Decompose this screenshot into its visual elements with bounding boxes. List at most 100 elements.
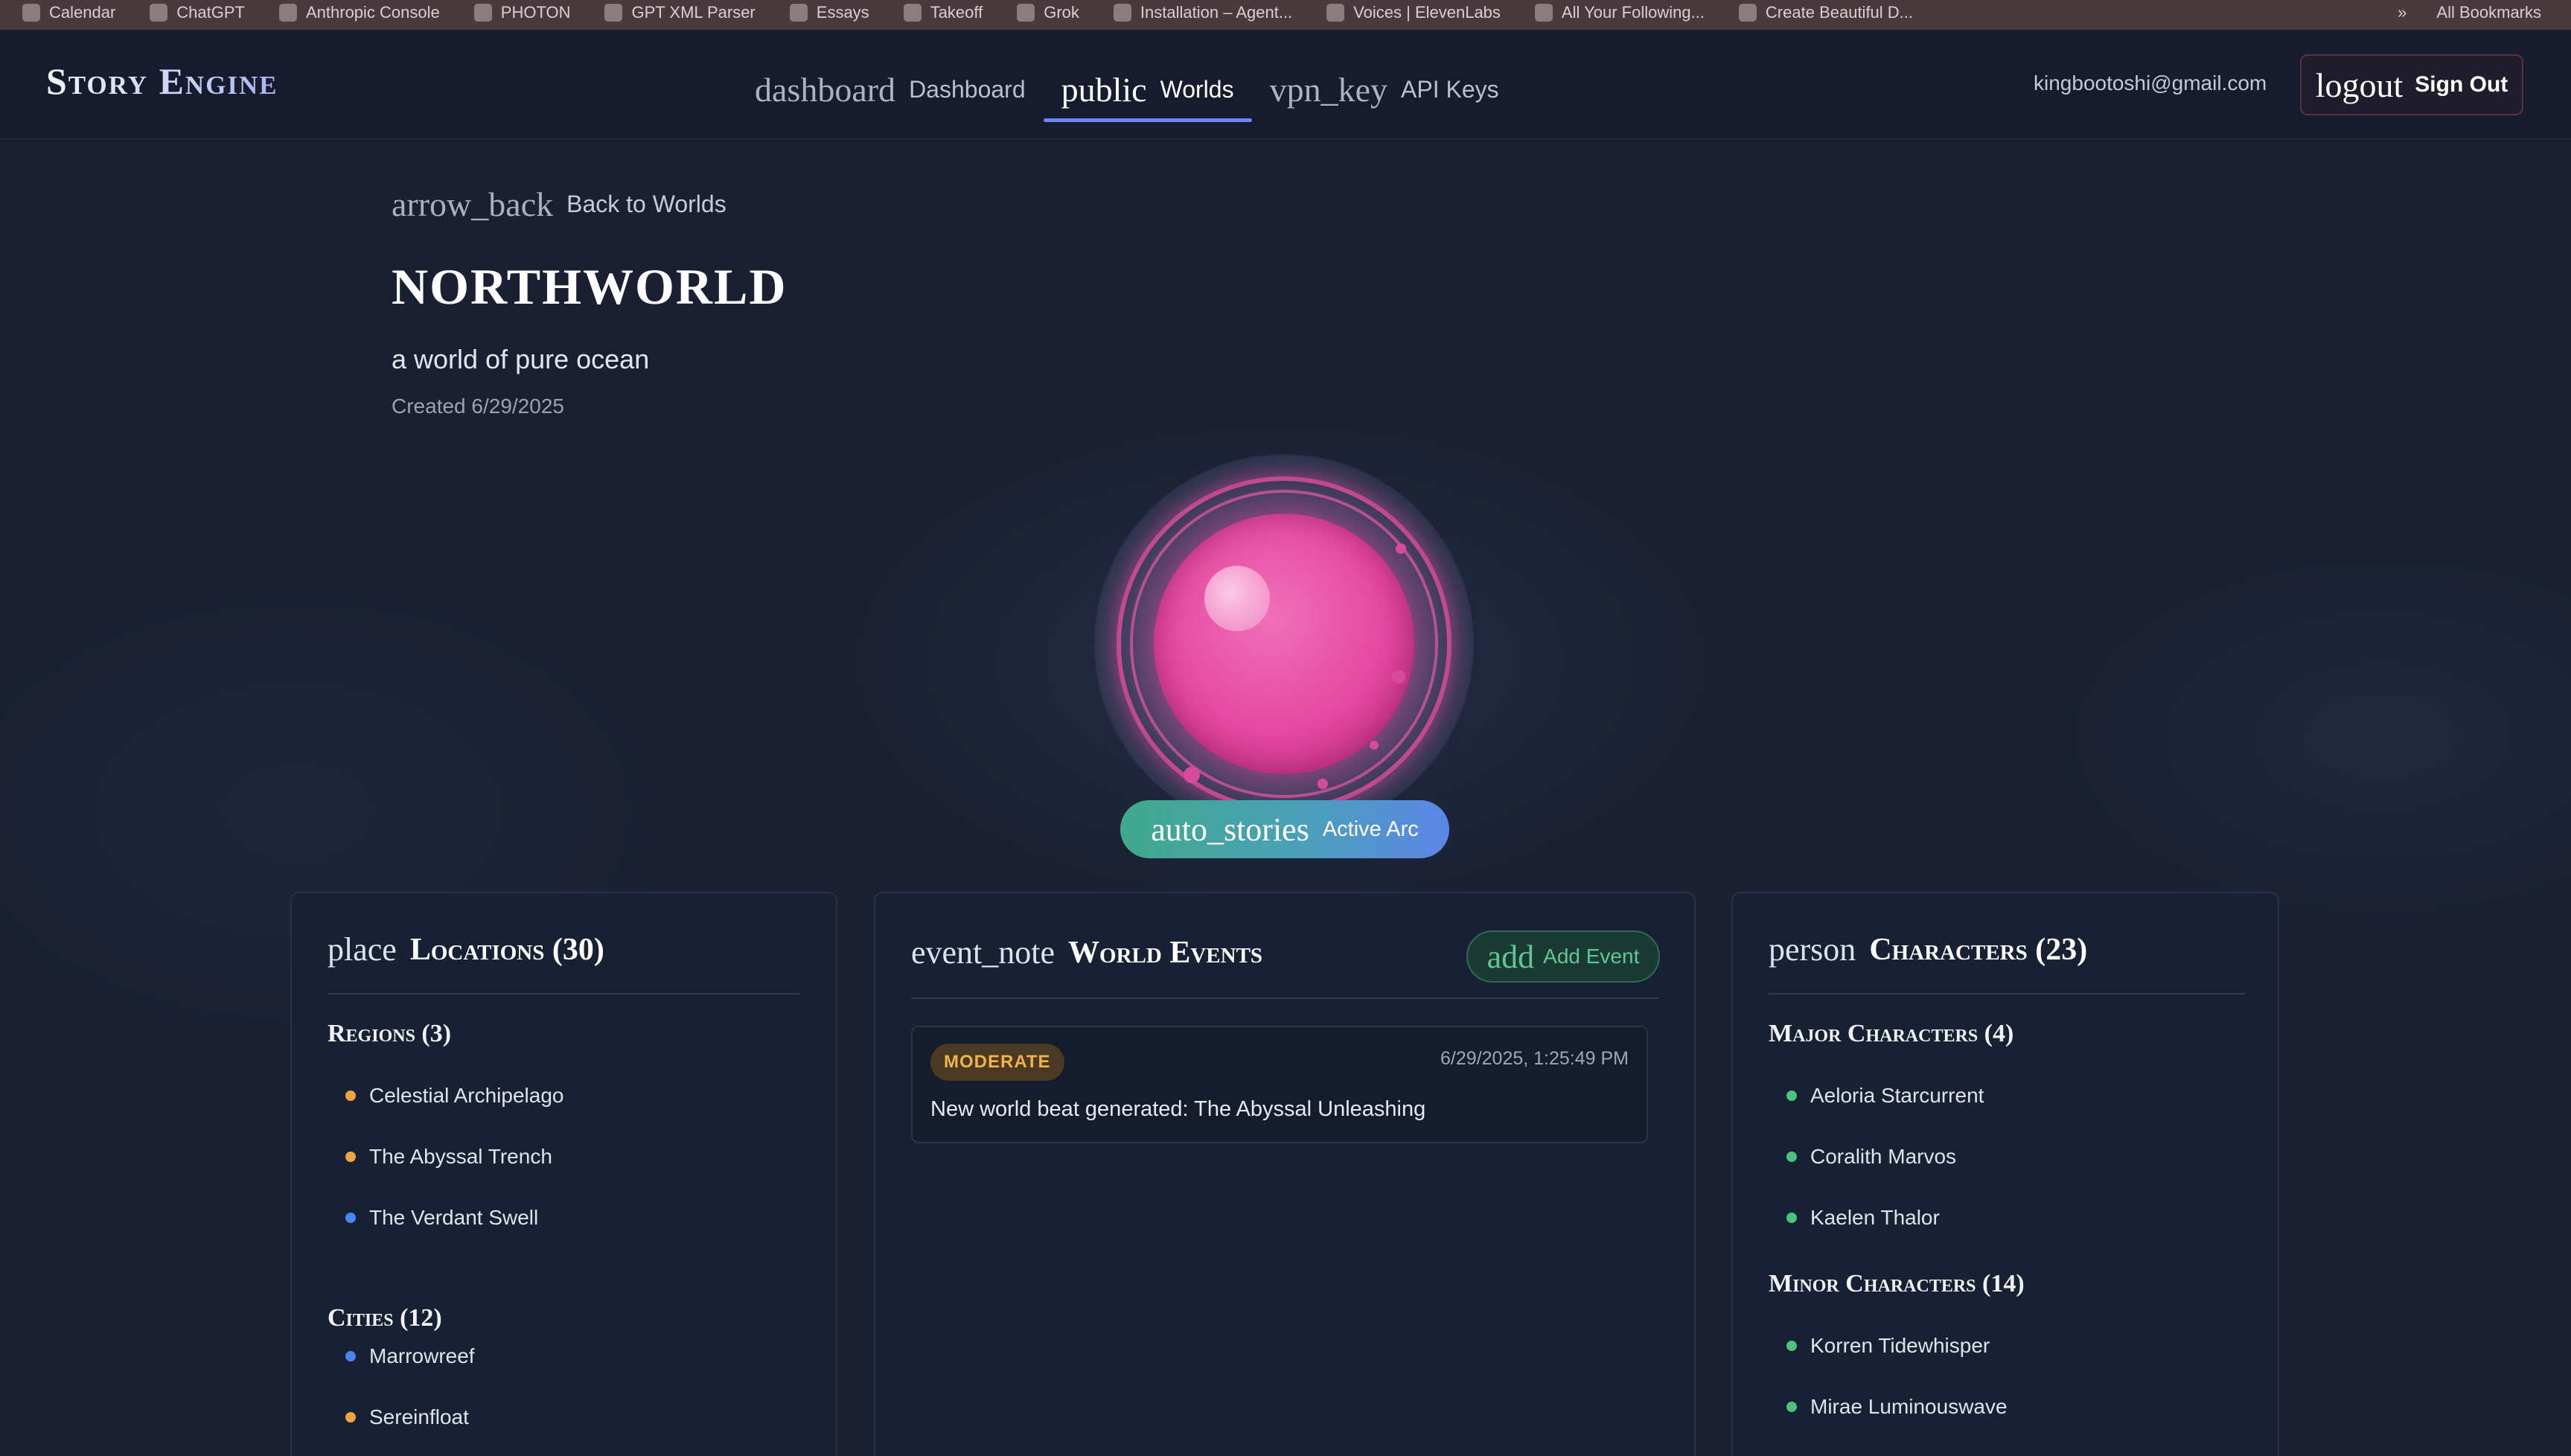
anthropic-icon <box>278 4 297 22</box>
character-item[interactable]: Mirae Luminouswave <box>1786 1395 2008 1419</box>
bookmark-item[interactable]: All Your Following... <box>1534 3 1705 22</box>
add-icon: add <box>1486 938 1535 975</box>
add-event-label: Add Event <box>1543 945 1640 968</box>
sign-out-label: Sign Out <box>2415 72 2508 97</box>
character-item[interactable]: Coralith Marvos <box>1786 1145 1956 1169</box>
character-item[interactable]: Aeloria Starcurrent <box>1786 1084 1984 1108</box>
status-dot <box>1786 1213 1797 1223</box>
bookmark-item[interactable]: Essays <box>789 3 869 22</box>
major-characters-title: Major Characters (4) <box>1769 1020 2014 1047</box>
location-item[interactable]: Sereinfloat <box>345 1405 469 1429</box>
cities-group-title: Cities (12) <box>328 1304 442 1332</box>
back-to-worlds-link[interactable]: arrow_back Back to Worlds <box>392 185 726 224</box>
nav-label: Dashboard <box>909 75 1026 103</box>
bookmark-item[interactable]: Takeoff <box>903 3 983 22</box>
orb-particle <box>1392 670 1405 683</box>
status-dot <box>345 1412 356 1423</box>
user-email: kingbootoshi@gmail.com <box>2034 71 2267 95</box>
characters-title: Characters (23) <box>1869 932 2088 967</box>
event-description: New world beat generated: The Abyssal Un… <box>930 1097 1426 1121</box>
status-dot <box>1786 1091 1797 1101</box>
app-header: Story Engine dashboard Dashboard public … <box>0 30 2571 140</box>
nav-api-keys[interactable]: vpn_key API Keys <box>1252 58 1517 121</box>
place-icon: place <box>328 931 397 968</box>
severity-badge: MODERATE <box>930 1044 1064 1081</box>
essays-icon <box>789 4 808 22</box>
app-logo[interactable]: Story Engine <box>46 60 278 103</box>
events-title: World Events <box>1068 935 1263 970</box>
bookmark-item[interactable]: Voices | ElevenLabs <box>1326 3 1501 22</box>
nav-worlds[interactable]: public Worlds <box>1043 58 1252 122</box>
location-item[interactable]: Marrowreef <box>345 1344 475 1368</box>
world-title: NORTHWORLD <box>392 258 788 315</box>
world-orb[interactable] <box>1094 454 1474 834</box>
calendar-icon <box>22 4 40 22</box>
events-header: event_note World Events <box>911 933 1262 971</box>
status-dot <box>1786 1402 1797 1412</box>
nav-label: Worlds <box>1160 75 1234 103</box>
nav-label: API Keys <box>1401 75 1499 103</box>
back-label: Back to Worlds <box>566 191 726 217</box>
character-item[interactable]: Kaelen Thalor <box>1786 1206 1940 1230</box>
auto-stories-icon: auto_stories <box>1151 811 1309 848</box>
world-created-date: Created 6/29/2025 <box>392 395 564 418</box>
vpn-key-icon: vpn_key <box>1269 70 1387 109</box>
event-timestamp: 6/29/2025, 1:25:49 PM <box>1440 1048 1629 1069</box>
character-item[interactable]: Korren Tidewhisper <box>1786 1334 1990 1358</box>
world-description: a world of pure ocean <box>392 344 650 374</box>
active-arc-button[interactable]: auto_stories Active Arc <box>1120 800 1449 858</box>
divider <box>911 997 1658 999</box>
bookmark-item[interactable]: Installation – Agent... <box>1113 3 1292 22</box>
divider <box>1769 993 2245 994</box>
more-bookmarks-icon[interactable]: » <box>2398 3 2406 22</box>
regions-group-title: Regions (3) <box>328 1020 452 1047</box>
bookmark-item[interactable]: PHOTON <box>473 3 570 22</box>
dashboard-icon: dashboard <box>755 70 896 109</box>
location-item[interactable]: The Verdant Swell <box>345 1206 538 1230</box>
takeoff-icon <box>903 4 922 22</box>
world-events-panel: event_note World Events add Add Event MO… <box>874 892 1696 1456</box>
bookmarks-bar: Calendar ChatGPT Anthropic Console PHOTO… <box>0 0 2571 30</box>
bookmark-item[interactable]: ChatGPT <box>150 3 245 22</box>
sign-out-button[interactable]: logout Sign Out <box>2300 54 2523 115</box>
status-dot <box>345 1213 356 1223</box>
arrow-back-icon: arrow_back <box>392 185 554 223</box>
orb-particle <box>1396 543 1406 554</box>
all-bookmarks[interactable]: All Bookmarks <box>2436 3 2541 22</box>
elevenlabs-icon <box>1326 4 1345 22</box>
nav-dashboard[interactable]: dashboard Dashboard <box>737 58 1044 121</box>
orb-particle <box>1184 767 1200 783</box>
bookmark-item[interactable]: Create Beautiful D... <box>1738 3 1913 22</box>
orb-particle <box>1370 741 1379 750</box>
photon-icon <box>473 4 492 22</box>
orb-particle <box>1318 779 1328 789</box>
orb-highlight <box>1204 566 1270 631</box>
installation-icon <box>1113 4 1131 22</box>
bookmark-item[interactable]: GPT XML Parser <box>604 3 756 22</box>
characters-panel: person Characters (23) Major Characters … <box>1731 892 2279 1456</box>
status-dot <box>1786 1152 1797 1162</box>
main-nav: dashboard Dashboard public Worlds vpn_ke… <box>737 58 1517 122</box>
person-icon: person <box>1769 931 1856 968</box>
following-icon <box>1534 4 1553 22</box>
orb-core <box>1154 514 1414 774</box>
status-dot <box>345 1351 356 1361</box>
bookmark-item[interactable]: Anthropic Console <box>278 3 440 22</box>
divider <box>328 993 800 994</box>
bookmark-item[interactable]: Grok <box>1017 3 1079 22</box>
location-item[interactable]: The Abyssal Trench <box>345 1145 552 1169</box>
logout-icon: logout <box>2315 66 2404 104</box>
locations-header: place Locations (30) <box>328 930 604 968</box>
characters-header: person Characters (23) <box>1769 930 2087 968</box>
active-arc-label: Active Arc <box>1322 817 1419 841</box>
locations-panel: place Locations (30) Regions (3) Celesti… <box>290 892 837 1456</box>
parser-icon <box>604 4 623 22</box>
add-event-button[interactable]: add Add Event <box>1466 930 1660 983</box>
status-dot <box>345 1152 356 1162</box>
status-dot <box>345 1091 356 1101</box>
location-item[interactable]: Celestial Archipelago <box>345 1084 564 1108</box>
status-dot <box>1786 1341 1797 1351</box>
bookmark-item[interactable]: Calendar <box>22 3 115 22</box>
event-card[interactable]: MODERATE 6/29/2025, 1:25:49 PM New world… <box>911 1026 1648 1143</box>
minor-characters-title: Minor Characters (14) <box>1769 1270 2025 1297</box>
